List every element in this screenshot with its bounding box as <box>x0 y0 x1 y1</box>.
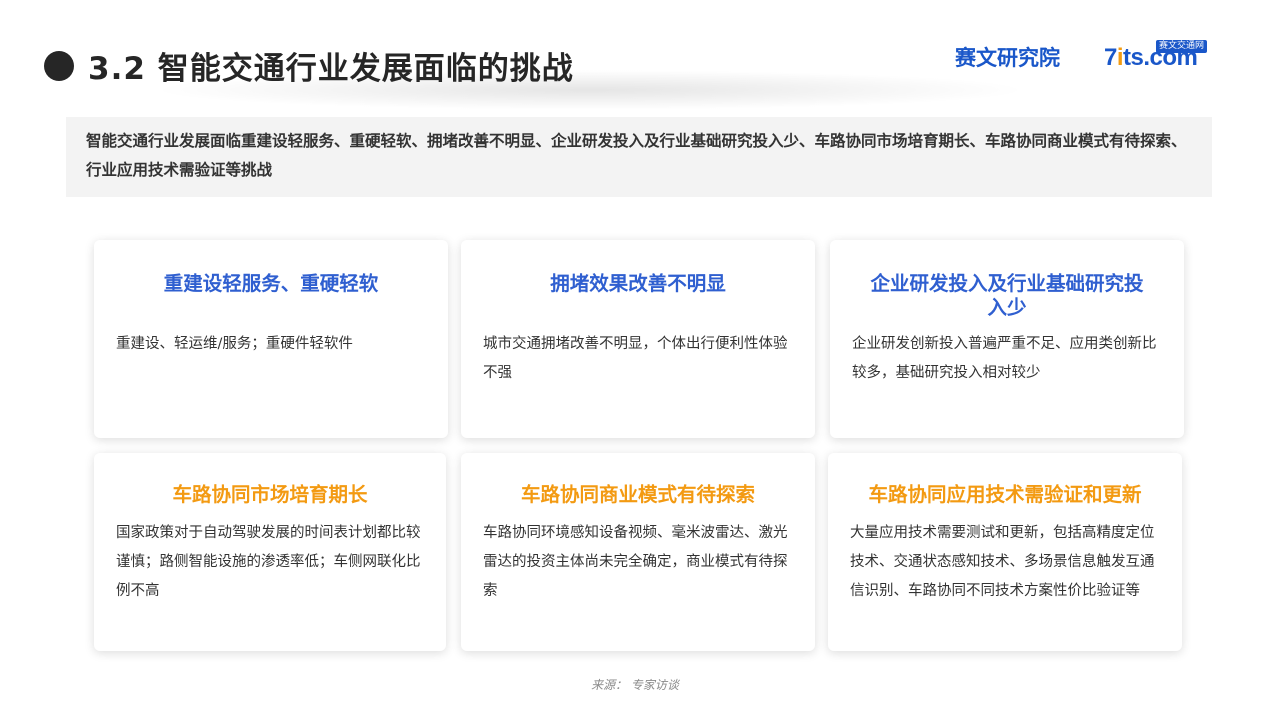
card-body: 重建设、轻运维/服务；重硬件轻软件 <box>116 336 353 352</box>
card-body: 车路协同环境感知设备视频、毫米波雷达、激光雷达的投资主体尚未完全确定，商业模式有… <box>483 525 788 599</box>
logo-saiwen-research: 赛文研究院 <box>955 46 1060 70</box>
challenge-card-6: 车路协同应用技术需验证和更新 大量应用技术需要测试和更新，包括高精度定位技术、交… <box>828 453 1182 651</box>
summary-box: 智能交通行业发展面临重建设轻服务、重硬轻软、拥堵改善不明显、企业研发投入及行业基… <box>66 117 1212 197</box>
card-title: 车路协同应用技术需验证和更新 <box>868 483 1142 506</box>
card-body: 大量应用技术需要测试和更新，包括高精度定位技术、交通状态感知技术、多场景信息触发… <box>850 525 1155 599</box>
logo-7its: 7its.com 赛文交通网 <box>1104 40 1216 72</box>
card-body: 城市交通拥堵改善不明显，个体出行便利性体验不强 <box>483 336 788 381</box>
challenge-card-5: 车路协同商业模式有待探索 车路协同环境感知设备视频、毫米波雷达、激光雷达的投资主… <box>461 453 815 651</box>
challenge-card-1: 重建设轻服务、重硬轻软 重建设、轻运维/服务；重硬件轻软件 <box>94 240 448 438</box>
header: 3.2 智能交通行业发展面临的挑战 赛文研究院 7its.com 赛文交通网 <box>0 0 1280 110</box>
source-note: 来源： 专家访谈 <box>591 678 679 692</box>
challenge-card-4: 车路协同市场培育期长 国家政策对于自动驾驶发展的时间表计划都比较谨慎；路侧智能设… <box>94 453 446 651</box>
challenge-card-3: 企业研发投入及行业基础研究投入少 企业研发创新投入普遍严重不足、应用类创新比较多… <box>830 240 1184 438</box>
challenge-card-2: 拥堵效果改善不明显 城市交通拥堵改善不明显，个体出行便利性体验不强 <box>461 240 815 438</box>
card-title: 车路协同市场培育期长 <box>172 483 368 506</box>
card-title: 重建设轻服务、重硬轻软 <box>163 272 379 295</box>
card-body: 国家政策对于自动驾驶发展的时间表计划都比较谨慎；路侧智能设施的渗透率低；车侧网联… <box>116 525 421 599</box>
summary-text: 智能交通行业发展面临重建设轻服务、重硬轻软、拥堵改善不明显、企业研发投入及行业基… <box>86 132 1187 179</box>
card-title: 车路协同商业模式有待探索 <box>520 483 755 506</box>
page-title: 3.2 智能交通行业发展面临的挑战 <box>88 51 574 87</box>
card-title: 企业研发投入及行业基础研究投入少 <box>870 272 1144 319</box>
card-title: 拥堵效果改善不明显 <box>550 272 726 295</box>
card-body: 企业研发创新投入普遍严重不足、应用类创新比较多，基础研究投入相对较少 <box>852 336 1157 381</box>
logo-badge: 赛文交通网 <box>1156 40 1208 53</box>
title-bullet-icon <box>44 51 74 81</box>
